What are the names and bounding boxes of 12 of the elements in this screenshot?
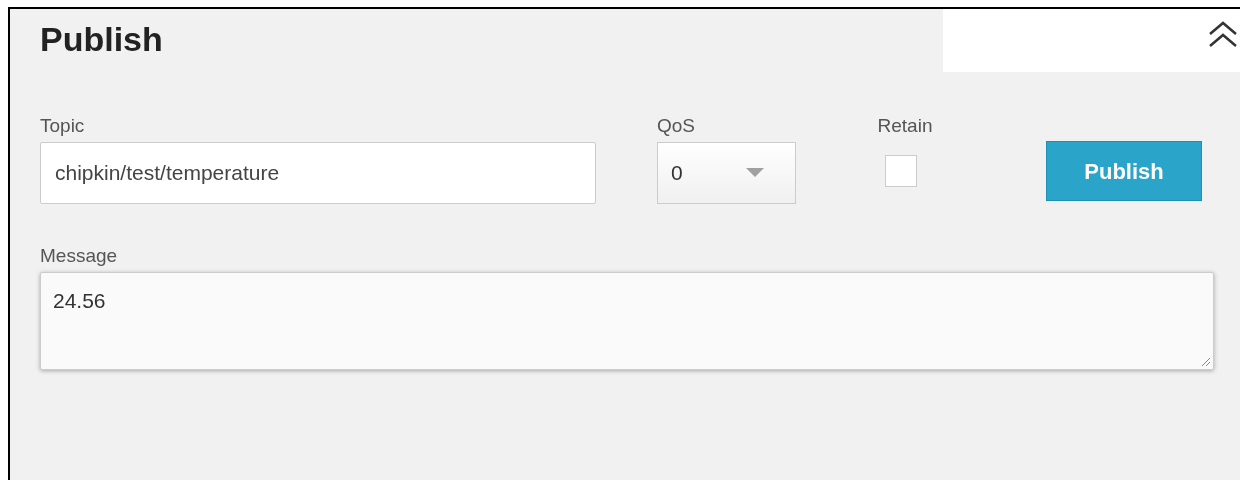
panel-title: Publish [40, 19, 163, 60]
retain-checkbox[interactable] [885, 155, 917, 187]
dropdown-caret-icon [746, 168, 764, 178]
qos-select[interactable]: 0 [657, 142, 796, 204]
topic-field[interactable]: chipkin/test/temperature [40, 142, 596, 204]
field-label: QoS [657, 114, 696, 138]
collapse-icon[interactable] [1208, 21, 1238, 47]
field-label: Topic [40, 114, 85, 138]
resize-handle-icon[interactable] [1201, 357, 1211, 367]
message-field[interactable]: 24.56 [40, 272, 1214, 370]
field-label: Message [40, 244, 118, 268]
field-label: Retain [877, 114, 933, 138]
